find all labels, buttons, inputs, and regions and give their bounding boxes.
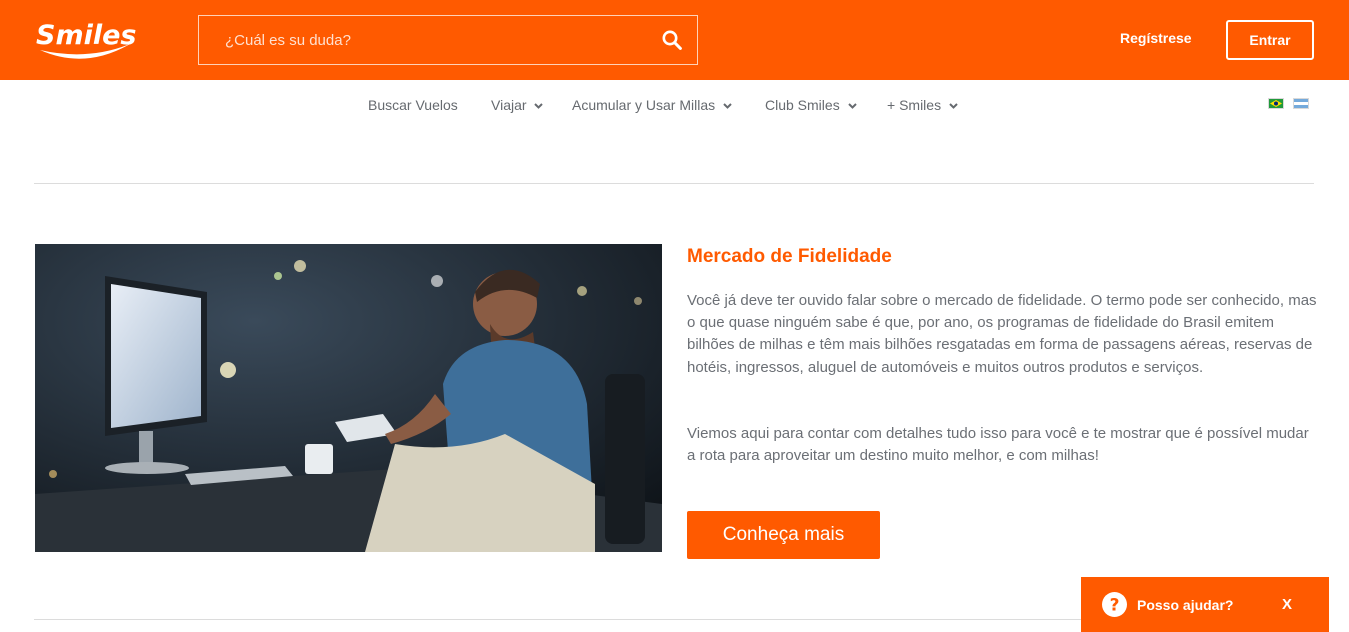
close-icon[interactable]: X [1282, 596, 1292, 613]
main-nav: Buscar Vuelos Viajar Acumular y Usar Mil… [0, 80, 1349, 130]
argentina-flag-icon[interactable] [1293, 98, 1309, 109]
search-box [198, 15, 698, 65]
smiles-logo[interactable]: Smiles [30, 14, 140, 66]
article-title: Mercado de Fidelidade [687, 246, 892, 267]
article-image [35, 244, 662, 552]
svg-text:?: ? [1110, 596, 1120, 616]
chevron-down-icon [723, 103, 732, 109]
top-header: Smiles Regístrese Entrar [0, 0, 1349, 80]
nav-item-buscar-vuelos[interactable]: Buscar Vuelos [368, 97, 458, 113]
nav-item-acumular-usar-millas[interactable]: Acumular y Usar Millas [572, 97, 732, 113]
article-paragraph: Viemos aqui para contar com detalhes tud… [687, 425, 1309, 465]
register-link[interactable]: Regístrese [1120, 30, 1192, 46]
learn-more-button[interactable]: Conheça mais [687, 511, 880, 559]
nav-item-mas-smiles[interactable]: + Smiles [887, 97, 958, 113]
nav-item-label: + Smiles [887, 97, 942, 113]
nav-item-label: Club Smiles [765, 97, 840, 113]
nav-item-label: Viajar [491, 97, 527, 113]
nav-item-label: Acumular y Usar Millas [572, 97, 716, 113]
question-icon: ? [1102, 592, 1127, 617]
nav-item-viajar[interactable]: Viajar [491, 97, 544, 113]
brazil-flag-icon[interactable] [1268, 98, 1284, 109]
login-button[interactable]: Entrar [1226, 20, 1314, 60]
help-label: Posso ajudar? [1137, 596, 1234, 613]
svg-text:Smiles: Smiles [36, 20, 136, 51]
section-divider [34, 183, 1314, 184]
help-chat-widget[interactable]: ? Posso ajudar? X [1081, 577, 1329, 632]
article-paragraph: Você já deve ter ouvido falar sobre o me… [687, 292, 1317, 376]
nav-item-club-smiles[interactable]: Club Smiles [765, 97, 857, 113]
search-icon[interactable] [647, 16, 697, 64]
search-input[interactable] [199, 16, 647, 64]
nav-item-label: Buscar Vuelos [368, 97, 458, 113]
chevron-down-icon [847, 103, 857, 109]
chevron-down-icon [949, 103, 958, 109]
chevron-down-icon [534, 103, 544, 109]
